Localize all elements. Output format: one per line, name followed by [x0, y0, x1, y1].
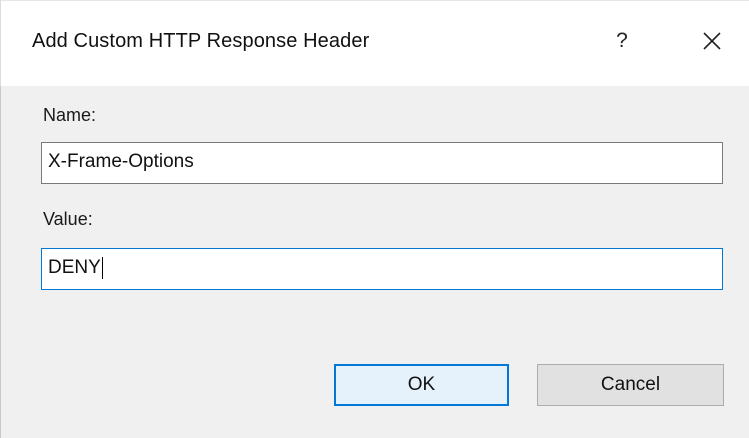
name-input[interactable]: X-Frame-Options [41, 142, 723, 184]
title-bar[interactable]: Add Custom HTTP Response Header ? [0, 0, 749, 86]
close-button[interactable] [692, 21, 732, 61]
text-caret [101, 256, 103, 279]
cancel-button[interactable]: Cancel [537, 364, 724, 406]
name-label: Name: [43, 105, 97, 125]
value-label: Value: [43, 209, 93, 229]
name-input-value: X-Frame-Options [48, 151, 194, 172]
ok-button[interactable]: OK [334, 364, 509, 406]
value-input[interactable]: DENY [41, 248, 723, 290]
window-border [0, 86, 1, 438]
help-button[interactable]: ? [604, 23, 640, 59]
close-icon [703, 32, 721, 50]
dialog-title: Add Custom HTTP Response Header [32, 30, 370, 52]
value-input-value: DENY [48, 257, 101, 278]
add-header-dialog: Add Custom HTTP Response Header ? Name: … [0, 0, 749, 438]
window-edge [0, 0, 1, 86]
